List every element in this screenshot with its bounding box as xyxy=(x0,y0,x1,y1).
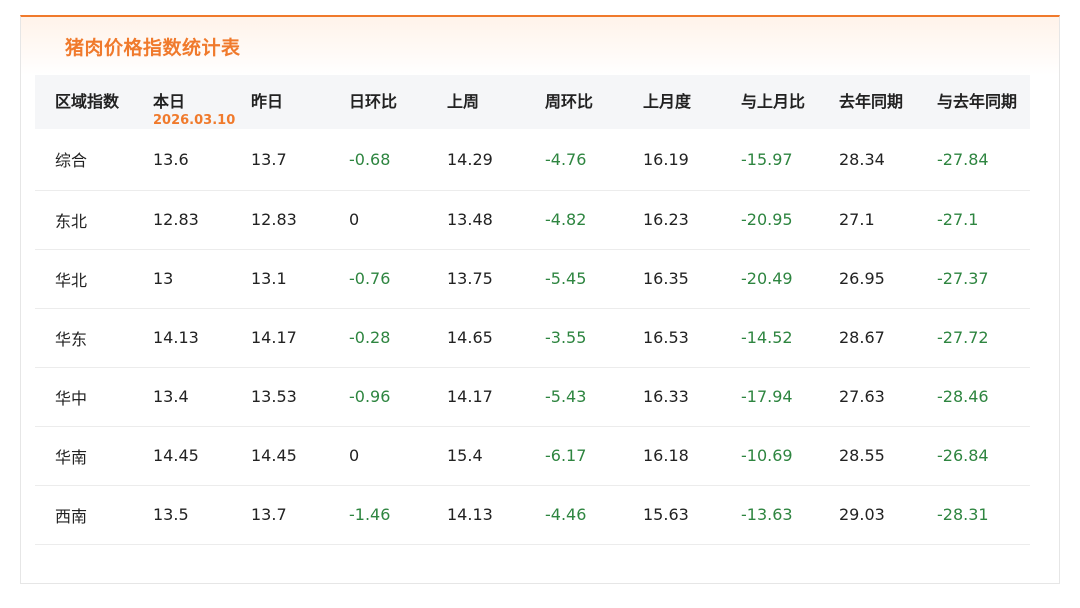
cell-last-year: 28.55 xyxy=(819,426,917,486)
page-title: 猪肉价格指数统计表 xyxy=(65,36,241,59)
table-header-row: 区域指数 本日 2026.03.10 昨日 日环比 上周 周环比 上月度 与上月比… xyxy=(35,75,1030,129)
cell-yesterday: 12.83 xyxy=(231,190,329,250)
cell-week-change: -5.45 xyxy=(525,249,623,309)
cell-last-week: 13.48 xyxy=(427,190,525,250)
header-today: 本日 2026.03.10 xyxy=(153,92,236,128)
price-index-card: 猪肉价格指数统计表 区域指数 本日 2026.03.10 昨日 日环比 上周 周环… xyxy=(20,15,1060,584)
header-region: 区域指数 xyxy=(55,92,120,111)
table-row: 华东 14.13 14.17 -0.28 14.65 -3.55 16.53 -14.52 28… xyxy=(35,308,1030,368)
cell-year-change: -26.84 xyxy=(917,426,1030,486)
cell-last-year: 29.03 xyxy=(819,485,917,545)
cell-yesterday: 13.53 xyxy=(231,367,329,427)
header-last-year: 去年同期 xyxy=(839,92,904,111)
cell-day-change: 0 xyxy=(329,190,427,250)
cell-yesterday: 14.17 xyxy=(231,308,329,368)
cell-day-change: 0 xyxy=(329,426,427,486)
cell-month-change: -20.95 xyxy=(721,190,819,250)
cell-last-week: 13.75 xyxy=(427,249,525,309)
cell-region: 华中 xyxy=(35,367,133,427)
cell-today: 13.4 xyxy=(133,367,231,427)
cell-month-change: -13.63 xyxy=(721,485,819,545)
cell-year-change: -27.37 xyxy=(917,249,1030,309)
cell-last-month: 16.19 xyxy=(623,129,721,191)
cell-region: 西南 xyxy=(35,485,133,545)
table-row: 华北 13 13.1 -0.76 13.75 -5.45 16.35 -20.49 26.95-… xyxy=(35,249,1030,309)
cell-week-change: -5.43 xyxy=(525,367,623,427)
cell-month-change: -20.49 xyxy=(721,249,819,309)
cell-month-change: -14.52 xyxy=(721,308,819,368)
cell-year-change: -28.46 xyxy=(917,367,1030,427)
cell-last-week: 14.13 xyxy=(427,485,525,545)
cell-last-week: 14.29 xyxy=(427,129,525,191)
cell-today: 13.6 xyxy=(133,129,231,191)
table-row: 东北 12.83 12.83 0 13.48 -4.82 16.23 -20.95 27.1 -2… xyxy=(35,190,1030,250)
cell-week-change: -3.55 xyxy=(525,308,623,368)
cell-last-week: 14.65 xyxy=(427,308,525,368)
table-row: 华中 13.4 13.53 -0.96 14.17 -5.43 16.33 -17.94 27.… xyxy=(35,367,1030,427)
cell-last-year: 27.63 xyxy=(819,367,917,427)
cell-year-change: -27.84 xyxy=(917,129,1030,191)
cell-yesterday: 13.1 xyxy=(231,249,329,309)
cell-day-change: -0.68 xyxy=(329,129,427,191)
table-row: 华南 14.45 14.45 0 15.4 -6.17 16.18 -10.69 28.55 -2… xyxy=(35,426,1030,486)
cell-year-change: -27.72 xyxy=(917,308,1030,368)
cell-region: 华北 xyxy=(35,249,133,309)
header-today-date: 2026.03.10 xyxy=(153,113,236,128)
cell-today: 13.5 xyxy=(133,485,231,545)
cell-last-month: 16.35 xyxy=(623,249,721,309)
price-index-table: 区域指数 本日 2026.03.10 昨日 日环比 上周 周环比 上月度 与上月比… xyxy=(35,75,1030,545)
cell-last-year: 26.95 xyxy=(819,249,917,309)
table-row: 西南 13.5 13.7 -1.46 14.13 -4.46 15.63 -13.63 29.0… xyxy=(35,485,1030,545)
header-last-month: 上月度 xyxy=(643,92,692,111)
cell-day-change: -0.28 xyxy=(329,308,427,368)
cell-region: 东北 xyxy=(35,190,133,250)
cell-region: 华南 xyxy=(35,426,133,486)
cell-day-change: -0.76 xyxy=(329,249,427,309)
header-month-change: 与上月比 xyxy=(741,92,806,111)
header-year-change: 与去年同期 xyxy=(937,92,1018,111)
cell-last-year: 28.34 xyxy=(819,129,917,191)
cell-last-year: 28.67 xyxy=(819,308,917,368)
cell-last-month: 16.18 xyxy=(623,426,721,486)
cell-last-week: 15.4 xyxy=(427,426,525,486)
table-body: 综合 13.6 13.7 -0.68 14.29 -4.76 16.19 -15.97 28.3… xyxy=(35,129,1030,545)
cell-today: 13 xyxy=(133,249,231,309)
cell-day-change: -1.46 xyxy=(329,485,427,545)
cell-region: 华东 xyxy=(35,308,133,368)
table-row: 综合 13.6 13.7 -0.68 14.29 -4.76 16.19 -15.97 28.3… xyxy=(35,129,1030,191)
cell-last-month: 16.53 xyxy=(623,308,721,368)
cell-today: 14.13 xyxy=(133,308,231,368)
cell-week-change: -6.17 xyxy=(525,426,623,486)
cell-yesterday: 14.45 xyxy=(231,426,329,486)
cell-month-change: -15.97 xyxy=(721,129,819,191)
cell-day-change: -0.96 xyxy=(329,367,427,427)
cell-last-month: 15.63 xyxy=(623,485,721,545)
header-day-change: 日环比 xyxy=(349,92,398,111)
cell-year-change: -28.31 xyxy=(917,485,1030,545)
cell-today: 12.83 xyxy=(133,190,231,250)
cell-last-month: 16.33 xyxy=(623,367,721,427)
cell-last-month: 16.23 xyxy=(623,190,721,250)
cell-last-week: 14.17 xyxy=(427,367,525,427)
header-yesterday: 昨日 xyxy=(251,92,284,111)
header-week-change: 周环比 xyxy=(545,92,594,111)
cell-last-year: 27.1 xyxy=(819,190,917,250)
cell-week-change: -4.82 xyxy=(525,190,623,250)
cell-week-change: -4.46 xyxy=(525,485,623,545)
cell-week-change: -4.76 xyxy=(525,129,623,191)
cell-month-change: -10.69 xyxy=(721,426,819,486)
cell-yesterday: 13.7 xyxy=(231,129,329,191)
card-header: 猪肉价格指数统计表 xyxy=(21,17,1059,75)
header-last-week: 上周 xyxy=(447,92,480,111)
cell-yesterday: 13.7 xyxy=(231,485,329,545)
cell-year-change: -27.1 xyxy=(917,190,1030,250)
cell-today: 14.45 xyxy=(133,426,231,486)
cell-month-change: -17.94 xyxy=(721,367,819,427)
cell-region: 综合 xyxy=(35,129,133,191)
